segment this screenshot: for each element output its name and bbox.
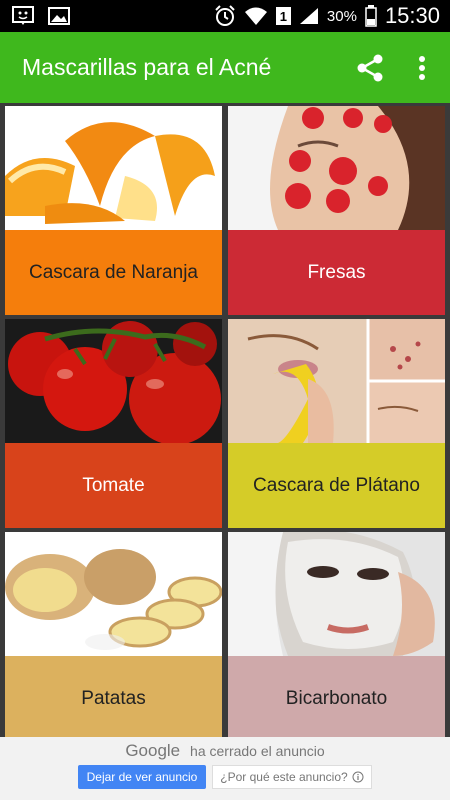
card-label: Cascara de Plátano — [228, 443, 445, 528]
clock: 15:30 — [384, 3, 440, 28]
tomatoes-image — [5, 319, 222, 443]
stop-seeing-ad-button[interactable]: Dejar de ver anuncio — [78, 765, 206, 789]
share-icon[interactable] — [354, 52, 386, 84]
google-logo: Google — [125, 741, 181, 760]
battery-icon — [365, 5, 377, 27]
card-label: Tomate — [5, 443, 222, 528]
ad-closed-text: ha cerrado el anuncio — [190, 743, 325, 759]
potatoes-image — [5, 532, 222, 656]
ad-closed-message: Google ha cerrado el anuncio — [0, 741, 450, 761]
sim-icon: 1 — [275, 7, 291, 25]
banana-face-image — [228, 319, 445, 443]
app-title: Mascarillas para el Acné — [22, 54, 272, 80]
card-label: Cascara de Naranja — [5, 230, 222, 315]
card-bicarbonato[interactable]: Bicarbonato — [228, 532, 445, 741]
app-bar: Mascarillas para el Acné — [0, 32, 450, 103]
more-vert-icon[interactable] — [410, 52, 434, 84]
wifi-icon — [244, 7, 267, 25]
orange-peel-image — [5, 106, 222, 230]
card-fresas[interactable]: Fresas — [228, 106, 445, 315]
why-this-ad-button[interactable]: ¿Por qué este anuncio? — [212, 765, 372, 789]
battery-percent: 30% — [326, 7, 357, 25]
why-this-ad-label: ¿Por qué este anuncio? — [220, 770, 348, 784]
card-tomate[interactable]: Tomate — [5, 319, 222, 528]
image-icon — [48, 7, 70, 25]
card-label: Fresas — [228, 230, 445, 315]
notification-icon — [12, 6, 34, 25]
card-cascara-naranja[interactable]: Cascara de Naranja — [5, 106, 222, 315]
card-patatas[interactable]: Patatas — [5, 532, 222, 741]
card-label: Patatas — [5, 656, 222, 741]
info-icon — [352, 771, 364, 783]
remedy-grid: Cascara de Naranja Fresas Tomate Cascara… — [0, 103, 450, 741]
strawberry-face-image — [228, 106, 445, 230]
status-bar: 1 30% 15:30 — [0, 0, 450, 32]
mask-face-image — [228, 532, 445, 656]
signal-icon — [299, 8, 318, 24]
card-cascara-platano[interactable]: Cascara de Plátano — [228, 319, 445, 528]
ad-banner: Google ha cerrado el anuncio Dejar de ve… — [0, 737, 450, 800]
card-label: Bicarbonato — [228, 656, 445, 741]
alarm-icon — [215, 5, 235, 26]
